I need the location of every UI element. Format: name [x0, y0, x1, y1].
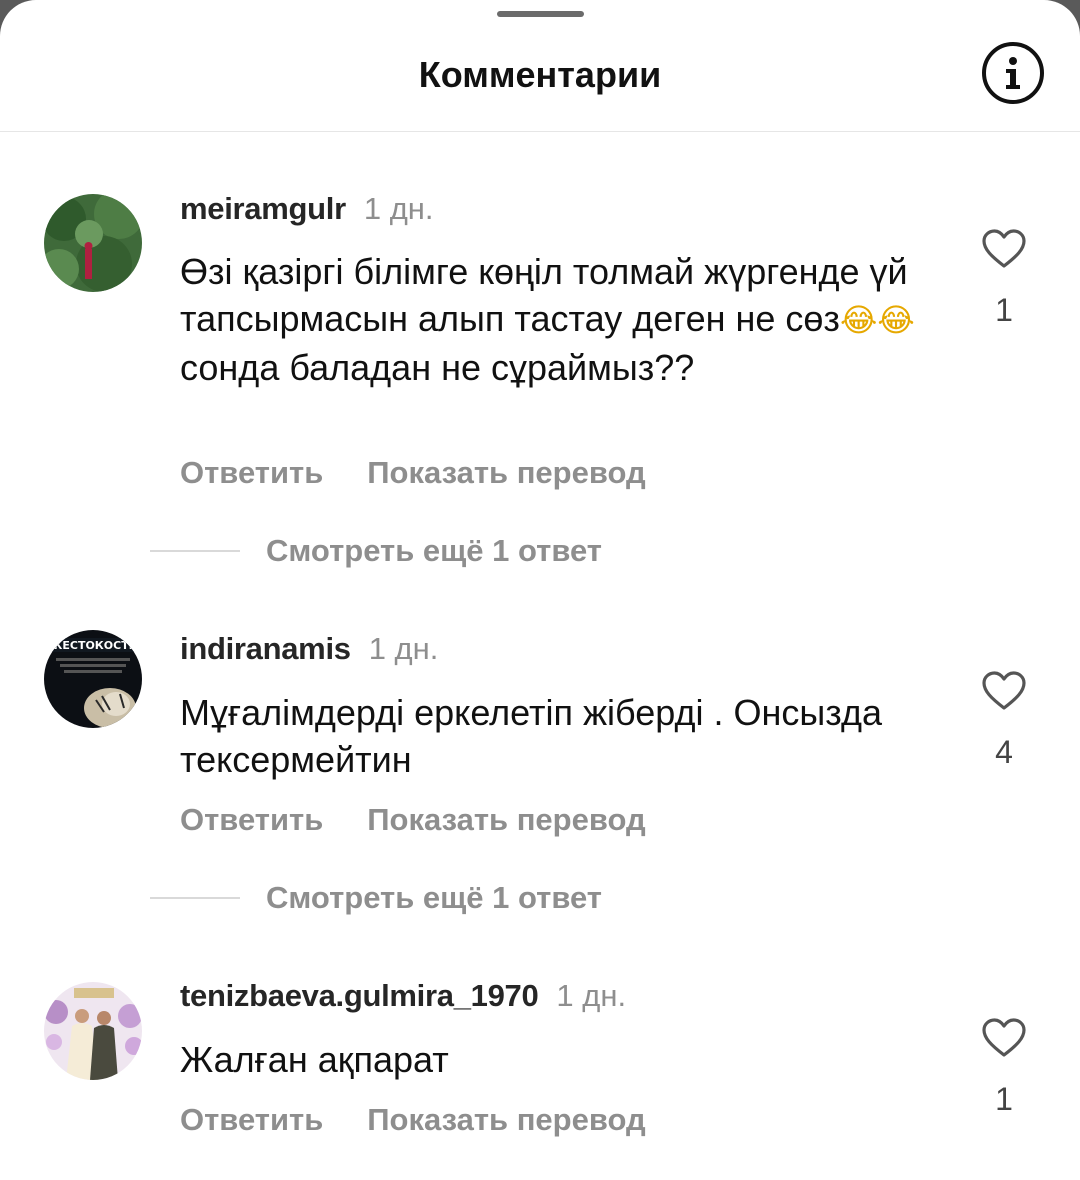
info-icon	[1006, 57, 1020, 89]
divider	[150, 550, 240, 552]
comment-text-part: Өзі қазіргі білімге көңіл толмай жүргенд…	[180, 251, 908, 339]
divider	[150, 897, 240, 899]
comment-text: Мұғалімдерді еркелетіп жіберді . Онсызда…	[180, 692, 882, 780]
like-control: 4	[976, 670, 1032, 771]
view-replies-label: Смотреть ещё 1 ответ	[266, 533, 602, 568]
show-translation-button[interactable]: Показать перевод	[367, 455, 645, 490]
view-replies-button[interactable]: Смотреть ещё 1 ответ	[150, 880, 602, 916]
show-translation-button[interactable]: Показать перевод	[367, 802, 645, 837]
comment-actions: Ответить Показать перевод	[180, 802, 646, 838]
like-count: 1	[995, 1081, 1013, 1117]
like-control: 1	[976, 1017, 1032, 1118]
like-control: 1	[976, 228, 1032, 329]
avatar[interactable]	[44, 982, 142, 1080]
comment-meta: indiranamis 1 дн.	[180, 631, 438, 667]
reply-button[interactable]: Ответить	[180, 802, 323, 837]
timestamp: 1 дн.	[368, 631, 439, 666]
timestamp: 1 дн.	[363, 191, 434, 226]
comment-text: Жалған ақпарат	[180, 1039, 449, 1080]
heart-icon[interactable]	[981, 228, 1027, 270]
view-replies-button[interactable]: Смотреть ещё 1 ответ	[150, 533, 602, 569]
avatar-caption: ЖЕСТОКОСТЬ	[49, 639, 137, 652]
comments-sheet: Комментарии meiramgulr 1 дн. Өзі қазіргі…	[0, 0, 1080, 1180]
reply-button[interactable]: Ответить	[180, 455, 323, 490]
reply-button[interactable]: Ответить	[180, 1102, 323, 1137]
like-count: 4	[995, 734, 1013, 770]
laughing-emoji-icon: 😂😂	[839, 301, 915, 339]
avatar[interactable]	[44, 194, 142, 292]
page-title: Комментарии	[418, 54, 662, 95]
heart-icon[interactable]	[981, 1017, 1027, 1059]
comment-meta: tenizbaeva.gulmira_1970 1 дн.	[180, 978, 626, 1014]
show-translation-button[interactable]: Показать перевод	[367, 1102, 645, 1137]
view-replies-label: Смотреть ещё 1 ответ	[266, 880, 602, 915]
comment-text-part: сонда баладан не сұраймыз??	[180, 347, 695, 388]
like-count: 1	[995, 292, 1013, 328]
comment-text: Өзі қазіргі білімге көңіл толмай жүргенд…	[180, 248, 940, 391]
heart-icon[interactable]	[981, 670, 1027, 712]
comment-meta: meiramgulr 1 дн.	[180, 191, 434, 227]
comment-actions: Ответить Показать перевод	[180, 455, 646, 491]
username[interactable]: meiramgulr	[180, 191, 346, 226]
comment-actions: Ответить Показать перевод	[180, 1102, 646, 1138]
avatar[interactable]: ЖЕСТОКОСТЬ	[44, 630, 142, 728]
timestamp: 1 дн.	[556, 978, 627, 1013]
username[interactable]: indiranamis	[180, 631, 351, 666]
sheet-header: Комментарии	[0, 0, 1080, 132]
info-button[interactable]	[982, 42, 1044, 104]
username[interactable]: tenizbaeva.gulmira_1970	[180, 978, 539, 1013]
